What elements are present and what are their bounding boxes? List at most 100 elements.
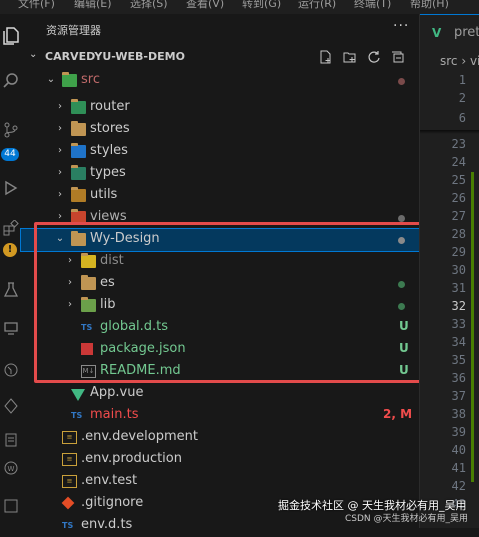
- breadcrumb[interactable]: src › vi: [440, 54, 479, 68]
- line-number: 35: [451, 353, 466, 367]
- tree-item[interactable]: package.json U: [21, 339, 419, 361]
- explorer-sidebar: 资源管理器 ··· ⌄ CARVEDYU-WEB-DEMO ⌄ src › route…: [20, 14, 420, 532]
- chevron-right-icon[interactable]: ›: [55, 211, 65, 222]
- line-number: 40: [451, 443, 466, 457]
- menu-item-help[interactable]: 帮助(H): [410, 0, 449, 11]
- menu-item-edit[interactable]: 编辑(E): [74, 0, 112, 11]
- chevron-down-icon[interactable]: ⌄: [46, 74, 56, 85]
- tree-item[interactable]: › stores: [21, 119, 419, 141]
- tree-item[interactable]: M↓ README.md U: [21, 361, 419, 383]
- files-icon[interactable]: [0, 22, 21, 50]
- line-number: 36: [451, 371, 466, 385]
- git-status-label: U: [399, 341, 409, 355]
- menu-item-file[interactable]: 文件(F): [18, 0, 55, 11]
- chevron-right-icon[interactable]: ›: [65, 299, 75, 310]
- webpack-icon[interactable]: W: [0, 454, 21, 482]
- tree-item-label: env.d.ts: [81, 517, 133, 532]
- tree-item-label: router: [90, 99, 130, 114]
- tree-item[interactable]: TS global.d.ts U: [21, 317, 419, 339]
- line-number: 34: [451, 335, 466, 349]
- svg-text:W: W: [7, 465, 14, 473]
- git-status-dot: [398, 237, 405, 244]
- menu-item-terminal[interactable]: 终端(T): [354, 0, 391, 11]
- folder-icon: [81, 253, 96, 268]
- typescript-icon: TS: [62, 521, 74, 530]
- tree-item-label: utils: [90, 187, 118, 202]
- git-graph-icon[interactable]: [0, 356, 21, 384]
- more-actions-icon[interactable]: ···: [393, 18, 409, 34]
- env-file-icon: ≡: [62, 431, 77, 444]
- collapse-all-icon[interactable]: [390, 50, 406, 66]
- tree-item[interactable]: ⌄ Wy-Design: [20, 228, 420, 252]
- git-added-gutter: [471, 172, 474, 482]
- extensions-icon[interactable]: [0, 214, 21, 242]
- line-number: 30: [451, 263, 466, 277]
- tree-item[interactable]: › views: [21, 207, 419, 229]
- accounts-icon[interactable]: [0, 492, 21, 520]
- chevron-right-icon[interactable]: ›: [55, 145, 65, 156]
- remote-icon[interactable]: [0, 314, 21, 342]
- menu-item-go[interactable]: 转到(G): [242, 0, 281, 11]
- tree-item[interactable]: › utils: [21, 185, 419, 207]
- tree-item[interactable]: ⌄ src: [21, 70, 419, 92]
- explorer-actions: [318, 50, 406, 66]
- typescript-icon: TS: [71, 411, 83, 420]
- refresh-icon[interactable]: [366, 50, 382, 66]
- source-control-icon[interactable]: [0, 116, 21, 144]
- chevron-down-icon[interactable]: ⌄: [29, 49, 37, 60]
- editor-tab[interactable]: V pret: [420, 14, 479, 50]
- line-number: 37: [451, 389, 466, 403]
- tree-item[interactable]: ≡ .env.development: [21, 427, 419, 449]
- folder-icon: [81, 297, 96, 312]
- tree-item[interactable]: › lib: [21, 295, 419, 317]
- watermark-secondary: CSDN @天生我材必有用_吴用: [345, 514, 469, 524]
- tree-item-label: main.ts: [90, 407, 139, 422]
- tree-item-label: styles: [90, 143, 128, 158]
- tree-item-label: lib: [100, 297, 116, 312]
- tree-item[interactable]: › router: [21, 97, 419, 119]
- tree-item[interactable]: › types: [21, 163, 419, 185]
- activity-bar: 44 ! W: [0, 14, 21, 528]
- chevron-right-icon[interactable]: ›: [55, 123, 65, 134]
- timeline-icon[interactable]: [0, 392, 21, 420]
- menu-item-view[interactable]: 查看(V): [186, 0, 224, 11]
- chevron-right-icon[interactable]: ›: [65, 255, 75, 266]
- new-file-icon[interactable]: [318, 50, 334, 66]
- tree-item-label: src: [81, 72, 100, 87]
- testing-icon[interactable]: [0, 276, 21, 304]
- chevron-right-icon[interactable]: ›: [55, 189, 65, 200]
- project-title[interactable]: CARVEDYU-WEB-DEMO: [45, 50, 185, 63]
- env-file-icon: ≡: [62, 475, 77, 488]
- new-folder-icon[interactable]: [342, 50, 358, 66]
- tree-item[interactable]: TS main.ts 2, M: [21, 405, 419, 427]
- menu-item-run[interactable]: 运行(R): [298, 0, 336, 11]
- line-number: 26: [451, 191, 466, 205]
- folder-icon: [71, 231, 86, 246]
- line-number: 28: [451, 227, 466, 241]
- tree-item-label: dist: [100, 253, 124, 268]
- tree-item[interactable]: › dist: [21, 251, 419, 273]
- tree-item[interactable]: › styles: [21, 141, 419, 163]
- git-status-label: U: [399, 363, 409, 377]
- folder-icon: [71, 143, 86, 158]
- run-debug-icon[interactable]: [0, 174, 21, 202]
- chevron-right-icon[interactable]: ›: [65, 277, 75, 288]
- search-icon[interactable]: [0, 66, 21, 94]
- settings-icon[interactable]: [0, 426, 21, 454]
- folder-icon: [71, 165, 86, 180]
- tree-item[interactable]: ≡ .env.production: [21, 449, 419, 471]
- git-status-dot: [398, 215, 405, 222]
- folder-icon: [71, 121, 86, 136]
- tree-item[interactable]: › es: [21, 273, 419, 295]
- explorer-title: 资源管理器: [46, 24, 101, 37]
- menu-item-selection[interactable]: 选择(S): [130, 0, 168, 11]
- chevron-right-icon[interactable]: ›: [55, 101, 65, 112]
- chevron-right-icon[interactable]: ›: [55, 167, 65, 178]
- env-file-icon: ≡: [62, 453, 77, 466]
- line-number: 42: [451, 479, 466, 493]
- git-status-dot: [398, 281, 405, 288]
- tree-item[interactable]: App.vue: [21, 383, 419, 405]
- editor-area: V pret src › vi 1 2 6 23 24 25 26 27 28 29 30 31 32 3…: [419, 14, 479, 528]
- chevron-down-icon[interactable]: ⌄: [55, 233, 65, 244]
- tree-item[interactable]: ≡ .env.test: [21, 471, 419, 493]
